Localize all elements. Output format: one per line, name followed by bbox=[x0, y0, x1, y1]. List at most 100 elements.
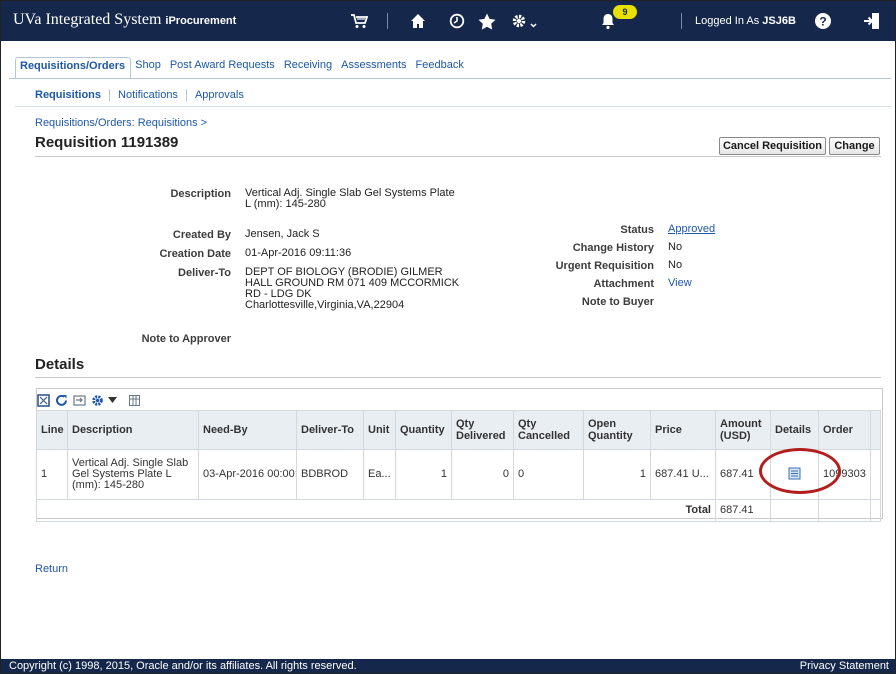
col-line[interactable]: Line bbox=[36, 410, 68, 450]
change-history-value: No bbox=[668, 241, 683, 253]
tab-feedback[interactable]: Feedback bbox=[412, 57, 469, 77]
status-label: Status bbox=[620, 224, 654, 236]
col-open-quantity[interactable]: Open Quantity bbox=[583, 410, 651, 450]
cart-icon[interactable] bbox=[347, 8, 371, 34]
deliver-to-label: Deliver-To bbox=[178, 267, 231, 279]
total-value: 687.41 bbox=[715, 499, 771, 522]
created-by-label: Created By bbox=[172, 229, 231, 241]
description-label: Description bbox=[170, 188, 231, 200]
col-quantity[interactable]: Quantity bbox=[395, 410, 452, 450]
page-title: Requisition 1191389 bbox=[35, 134, 179, 151]
attachment-label: Attachment bbox=[593, 278, 654, 290]
cell-open-quantity: 1 bbox=[583, 449, 651, 500]
columns-icon[interactable] bbox=[127, 393, 141, 407]
app-window: UVa Integrated System iProcurement 9 Logg… bbox=[0, 0, 896, 674]
total-label: Total bbox=[36, 499, 716, 522]
cell-quantity: 1 bbox=[395, 449, 452, 500]
header-separator bbox=[681, 13, 682, 29]
cell-price: 687.41 U... bbox=[650, 449, 716, 500]
description-line: (mm): 145-280 bbox=[72, 479, 145, 491]
cancel-requisition-button[interactable]: Cancel Requisition bbox=[719, 137, 826, 155]
total-empty-cell bbox=[818, 499, 871, 522]
cell-qty-delivered: 0 bbox=[451, 449, 514, 500]
return-link[interactable]: Return bbox=[35, 563, 68, 575]
cell-line: 1 bbox=[36, 449, 68, 500]
logout-icon[interactable] bbox=[860, 8, 884, 34]
note-to-buyer-label: Note to Buyer bbox=[581, 296, 654, 308]
cell-filler bbox=[870, 449, 881, 500]
col-amount[interactable]: Amount (USD) bbox=[715, 410, 771, 450]
star-icon[interactable] bbox=[475, 8, 499, 34]
urgent-requisition-value: No bbox=[668, 259, 683, 271]
created-by-value: Jensen, Jack S bbox=[245, 228, 320, 240]
deliver-to-value: DEPT OF BIOLOGY (BRODIE) GILMER HALL GRO… bbox=[245, 267, 459, 311]
logged-in-prefix: Logged In As bbox=[695, 15, 760, 27]
status-link[interactable]: Approved bbox=[668, 224, 715, 235]
brand-name: UVa Integrated System bbox=[13, 11, 162, 28]
clock-icon[interactable] bbox=[445, 8, 469, 34]
detach-icon[interactable] bbox=[36, 393, 50, 407]
details-table: Line Description Need-By Deliver-To Unit… bbox=[36, 410, 881, 522]
table-header-row: Line Description Need-By Deliver-To Unit… bbox=[36, 410, 881, 450]
refresh-icon[interactable] bbox=[54, 393, 68, 407]
brand-sub: iProcurement bbox=[165, 15, 237, 27]
tab-post-award-requests[interactable]: Post Award Requests bbox=[166, 57, 280, 77]
sub-tabs: Requisitions Notifications Approvals bbox=[33, 89, 252, 101]
change-history-label: Change History bbox=[572, 242, 654, 254]
privacy-statement-link[interactable]: Privacy Statement bbox=[800, 659, 889, 673]
col-filler bbox=[870, 410, 881, 450]
cell-unit: Ea... bbox=[363, 449, 396, 500]
table-row: 1 Vertical Adj. Single Slab Gel Systems … bbox=[36, 449, 881, 500]
subtab-notifications[interactable]: Notifications bbox=[109, 89, 186, 101]
total-empty-cell bbox=[770, 499, 819, 522]
tab-receiving[interactable]: Receiving bbox=[280, 57, 337, 77]
tab-assessments[interactable]: Assessments bbox=[337, 57, 411, 77]
col-need-by[interactable]: Need-By bbox=[198, 410, 297, 450]
table-toolbar bbox=[36, 391, 145, 409]
help-icon[interactable]: ? bbox=[811, 8, 835, 34]
cell-qty-cancelled: 0 bbox=[513, 449, 584, 500]
notification-count-badge[interactable]: 9 bbox=[613, 5, 637, 19]
logged-in-user: JSJ6B bbox=[762, 15, 796, 27]
cell-description: Vertical Adj. Single Slab Gel Systems Pl… bbox=[67, 449, 199, 500]
details-heading: Details bbox=[35, 356, 85, 373]
col-qty-delivered[interactable]: Qty Delivered bbox=[451, 410, 514, 450]
tab-divider bbox=[9, 78, 891, 79]
app-brand: UVa Integrated System iProcurement bbox=[13, 11, 236, 29]
col-order[interactable]: Order bbox=[818, 410, 871, 450]
subtab-divider bbox=[15, 106, 891, 107]
copyright-text: Copyright (c) 1998, 2015, Oracle and/or … bbox=[9, 660, 357, 672]
dropdown-icon[interactable] bbox=[108, 393, 117, 407]
breadcrumb[interactable]: Requisitions/Orders: Requisitions > bbox=[35, 117, 207, 129]
urgent-requisition-label: Urgent Requisition bbox=[555, 260, 654, 272]
deliver-to-line: Charlottesville,Virginia,VA,22904 bbox=[245, 299, 405, 311]
col-deliver-to[interactable]: Deliver-To bbox=[296, 410, 364, 450]
creation-date-label: Creation Date bbox=[159, 248, 231, 260]
tab-requisitions-orders[interactable]: Requisitions/Orders bbox=[15, 57, 132, 78]
header-bar: UVa Integrated System iProcurement 9 Logg… bbox=[1, 1, 895, 41]
header-separator bbox=[387, 13, 388, 29]
svg-text:?: ? bbox=[819, 15, 826, 29]
settings-icon[interactable] bbox=[90, 393, 104, 407]
attachment-view-link[interactable]: View bbox=[668, 278, 692, 289]
export-icon[interactable] bbox=[72, 393, 86, 407]
total-row: Total 687.41 bbox=[36, 499, 881, 522]
subtab-requisitions[interactable]: Requisitions bbox=[33, 89, 109, 101]
details-divider bbox=[35, 377, 881, 378]
total-empty-cell bbox=[870, 499, 881, 522]
tab-shop[interactable]: Shop bbox=[131, 57, 166, 77]
col-details[interactable]: Details bbox=[770, 410, 819, 450]
col-description[interactable]: Description bbox=[67, 410, 199, 450]
highlight-circle bbox=[759, 448, 841, 494]
subtab-approvals[interactable]: Approvals bbox=[185, 89, 252, 101]
cell-need-by: 03-Apr-2016 00:00:00 bbox=[198, 449, 297, 500]
footer-bar: Copyright (c) 1998, 2015, Oracle and/or … bbox=[1, 659, 895, 673]
home-icon[interactable] bbox=[406, 8, 430, 34]
col-unit[interactable]: Unit bbox=[363, 410, 396, 450]
gear-icon[interactable] bbox=[509, 8, 539, 34]
col-qty-cancelled[interactable]: Qty Cancelled bbox=[513, 410, 584, 450]
col-price[interactable]: Price bbox=[650, 410, 716, 450]
title-divider bbox=[35, 156, 881, 157]
main-tabs: Requisitions/Orders Shop Post Award Requ… bbox=[15, 57, 469, 79]
change-button[interactable]: Change bbox=[829, 137, 880, 155]
